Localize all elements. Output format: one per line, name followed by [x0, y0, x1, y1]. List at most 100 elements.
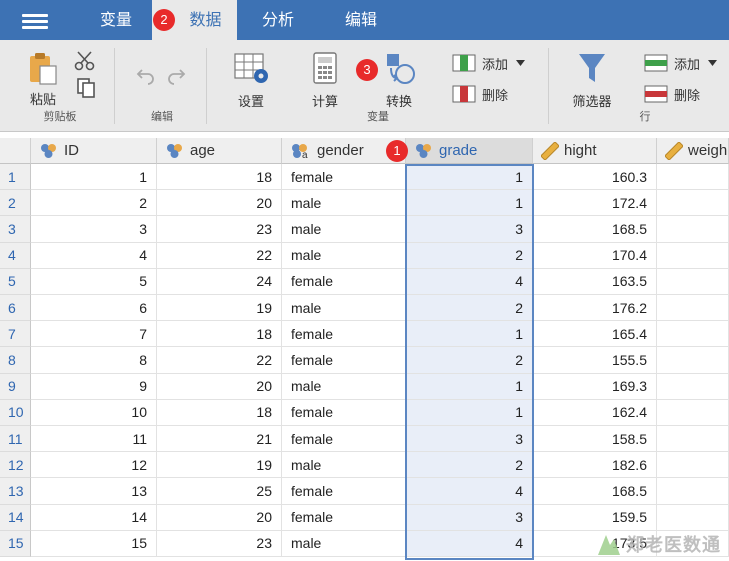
column-header-age[interactable]: age [157, 138, 282, 164]
cell-grade[interactable]: 1 [406, 373, 533, 400]
cell-id[interactable]: 1 [31, 164, 157, 191]
tab-variables[interactable]: 变量 [85, 0, 147, 40]
cell-id[interactable]: 13 [31, 478, 157, 505]
cell-gender[interactable]: female [282, 504, 406, 531]
cell-weigh[interactable] [657, 452, 729, 479]
cell-weigh[interactable] [657, 190, 729, 217]
cell-grade[interactable]: 1 [406, 164, 533, 191]
cut-icon[interactable] [74, 51, 96, 71]
row-number[interactable]: 12 [0, 452, 31, 479]
cell-gender[interactable]: male [282, 190, 406, 217]
cell-age[interactable]: 23 [157, 530, 282, 557]
cell-hight[interactable]: 170.4 [533, 242, 657, 269]
tab-analyses[interactable]: 分析 [245, 0, 311, 40]
cell-hight[interactable]: 155.5 [533, 347, 657, 374]
add-row-button[interactable]: 添加 [644, 52, 723, 74]
cell-gender[interactable]: female [282, 426, 406, 453]
cell-id[interactable]: 10 [31, 399, 157, 426]
cell-weigh[interactable] [657, 347, 729, 374]
cell-age[interactable]: 19 [157, 452, 282, 479]
redo-icon[interactable] [166, 65, 186, 85]
row-number[interactable]: 13 [0, 478, 31, 505]
transform-button[interactable]: 转换 [378, 50, 420, 110]
cell-grade[interactable]: 4 [406, 268, 533, 295]
paste-button[interactable]: 粘贴 [22, 52, 64, 108]
undo-icon[interactable] [136, 65, 156, 85]
row-number[interactable]: 9 [0, 373, 31, 400]
cell-id[interactable]: 8 [31, 347, 157, 374]
cell-id[interactable]: 4 [31, 242, 157, 269]
row-number[interactable]: 3 [0, 216, 31, 243]
cell-hight[interactable]: 172.4 [533, 190, 657, 217]
row-number[interactable]: 5 [0, 268, 31, 295]
cell-age[interactable]: 24 [157, 268, 282, 295]
column-header-hight[interactable]: hight [533, 138, 657, 164]
cell-grade[interactable]: 2 [406, 347, 533, 374]
cell-id[interactable]: 5 [31, 268, 157, 295]
cell-gender[interactable]: female [282, 399, 406, 426]
column-header-id[interactable]: ID [31, 138, 157, 164]
cell-hight[interactable]: 169.3 [533, 373, 657, 400]
cell-weigh[interactable] [657, 373, 729, 400]
cell-gender[interactable]: male [282, 530, 406, 557]
compute-button[interactable]: 计算 [304, 50, 346, 110]
cell-age[interactable]: 18 [157, 164, 282, 191]
cell-hight[interactable]: 158.5 [533, 426, 657, 453]
row-number[interactable]: 15 [0, 530, 31, 557]
cell-gender[interactable]: male [282, 452, 406, 479]
delete-row-button[interactable]: 删除 [644, 83, 700, 105]
row-number[interactable]: 4 [0, 242, 31, 269]
cell-weigh[interactable] [657, 268, 729, 295]
cell-id[interactable]: 12 [31, 452, 157, 479]
cell-hight[interactable]: 182.6 [533, 452, 657, 479]
cell-id[interactable]: 2 [31, 190, 157, 217]
delete-variable-button[interactable]: 删除 [452, 83, 508, 105]
cell-age[interactable]: 18 [157, 321, 282, 348]
cell-gender[interactable]: female [282, 347, 406, 374]
cell-weigh[interactable] [657, 216, 729, 243]
cell-age[interactable]: 22 [157, 347, 282, 374]
cell-id[interactable]: 9 [31, 373, 157, 400]
cell-age[interactable]: 20 [157, 190, 282, 217]
setup-button[interactable]: 设置 [228, 50, 274, 110]
copy-icon[interactable] [76, 77, 96, 99]
cell-grade[interactable]: 1 [406, 399, 533, 426]
cell-gender[interactable]: male [282, 242, 406, 269]
cell-id[interactable]: 6 [31, 295, 157, 322]
cell-hight[interactable]: 162.4 [533, 399, 657, 426]
cell-gender[interactable]: female [282, 164, 406, 191]
cell-grade[interactable]: 1 [406, 190, 533, 217]
hamburger-menu-icon[interactable] [22, 13, 48, 29]
row-number[interactable]: 1 [0, 164, 31, 191]
cell-grade[interactable]: 3 [406, 504, 533, 531]
cell-weigh[interactable] [657, 164, 729, 191]
cell-grade[interactable]: 1 [406, 321, 533, 348]
cell-hight[interactable]: 165.4 [533, 321, 657, 348]
row-number[interactable]: 7 [0, 321, 31, 348]
cell-grade[interactable]: 2 [406, 242, 533, 269]
row-number[interactable]: 8 [0, 347, 31, 374]
column-header-grade[interactable]: grade [406, 138, 533, 164]
column-header-weigh[interactable]: weigh [657, 138, 729, 164]
cell-grade[interactable]: 2 [406, 295, 533, 322]
cell-id[interactable]: 15 [31, 530, 157, 557]
cell-hight[interactable]: 168.5 [533, 216, 657, 243]
cell-age[interactable]: 23 [157, 216, 282, 243]
cell-id[interactable]: 11 [31, 426, 157, 453]
cell-gender[interactable]: female [282, 478, 406, 505]
row-number[interactable]: 10 [0, 399, 31, 426]
add-variable-button[interactable]: 添加 [452, 52, 531, 74]
cell-weigh[interactable] [657, 504, 729, 531]
cell-id[interactable]: 7 [31, 321, 157, 348]
cell-grade[interactable]: 4 [406, 478, 533, 505]
grid-corner[interactable] [0, 138, 31, 164]
cell-age[interactable]: 18 [157, 399, 282, 426]
cell-age[interactable]: 22 [157, 242, 282, 269]
cell-grade[interactable]: 3 [406, 426, 533, 453]
filters-button[interactable]: 筛选器 [568, 50, 616, 110]
cell-hight[interactable]: 168.5 [533, 478, 657, 505]
cell-hight[interactable]: 163.5 [533, 268, 657, 295]
cell-gender[interactable]: female [282, 268, 406, 295]
cell-gender[interactable]: male [282, 216, 406, 243]
tab-edit[interactable]: 编辑 [328, 0, 394, 40]
